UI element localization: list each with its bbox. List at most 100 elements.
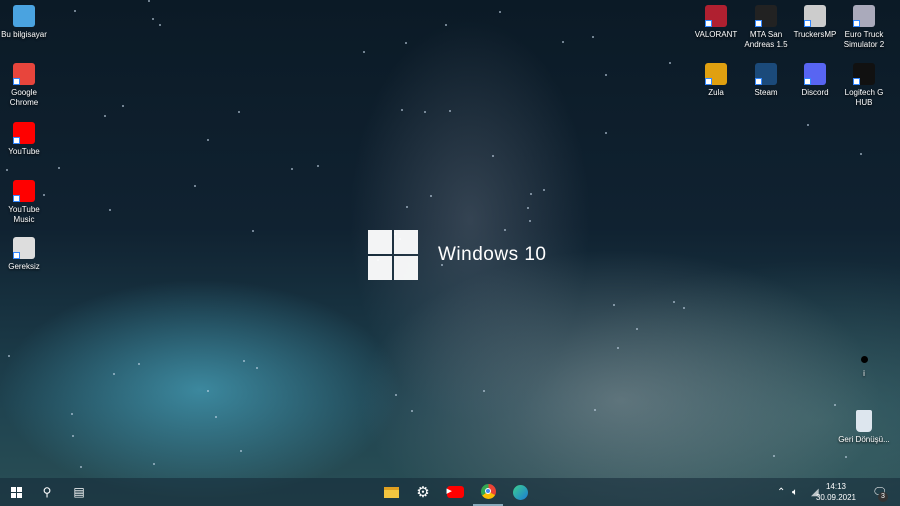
taskbar-chrome[interactable]: [473, 478, 503, 506]
star: [561, 40, 564, 43]
chrome-icon: [13, 63, 35, 85]
star: [772, 455, 775, 458]
desktop-icon-label: Gereksiz: [8, 262, 40, 271]
star: [7, 355, 10, 358]
desktop-icon-label: Zula: [708, 88, 724, 97]
recycle-bin-icon: [856, 410, 872, 432]
star: [243, 360, 246, 363]
star: [71, 435, 74, 438]
search-button[interactable]: ⚲: [32, 478, 62, 506]
discord-icon: [804, 63, 826, 85]
speaker-icon: 🔈︎: [792, 486, 798, 498]
star: [103, 114, 106, 117]
star: [158, 23, 161, 26]
star: [528, 220, 531, 223]
star: [138, 363, 141, 366]
star: [206, 390, 209, 393]
folder-icon: [383, 486, 399, 498]
desktop-icon-misc[interactable]: i: [838, 356, 890, 379]
taskbar-edge[interactable]: [505, 478, 535, 506]
star: [683, 306, 685, 309]
star: [834, 404, 837, 407]
taskbar-youtube[interactable]: ▶: [440, 478, 470, 506]
show-hidden-icons[interactable]: ⌃: [777, 478, 785, 506]
star: [668, 61, 671, 64]
desktop-icon-logitech[interactable]: Logitech G HUB: [838, 63, 890, 108]
notification-badge: 3: [878, 492, 888, 502]
windows-logo: [368, 230, 418, 280]
star: [410, 409, 413, 412]
taskbar-file-explorer[interactable]: [376, 478, 406, 506]
star: [153, 463, 156, 466]
desktop-icon-youtube[interactable]: YouTube: [0, 122, 50, 157]
star: [504, 229, 507, 231]
desktop-icon-recycle-bin[interactable]: Geri Dönüşü...: [838, 410, 890, 445]
desktop-icon-discord[interactable]: Discord: [789, 63, 841, 98]
desktop-icon-youtube-music[interactable]: YouTube Music: [0, 180, 50, 225]
star: [430, 194, 433, 197]
task-view-button[interactable]: ▤: [64, 478, 94, 506]
desktop-icon-label: YouTube Music: [8, 205, 40, 224]
desktop-icon-label: YouTube: [8, 147, 40, 156]
star: [394, 394, 397, 397]
star: [845, 455, 848, 458]
desktop-icon-valorant[interactable]: VALORANT: [690, 5, 742, 40]
desktop-icon-label: Logitech G HUB: [844, 88, 884, 107]
windows-icon: [10, 486, 22, 498]
action-center-button[interactable]: 🗨︎ 3: [872, 478, 888, 506]
star: [444, 24, 447, 27]
desktop-icon-mta[interactable]: MTA San Andreas 1.5: [740, 5, 792, 50]
star: [636, 327, 639, 330]
star: [542, 188, 545, 191]
taskbar-settings[interactable]: ⚙: [408, 478, 438, 506]
dot-icon: [860, 356, 868, 363]
wallpaper-text: Windows 10: [438, 244, 547, 265]
desktop-icon-steam[interactable]: Steam: [740, 63, 792, 98]
desktop-icon-zula[interactable]: Zula: [690, 63, 742, 98]
desktop-icon-monitor[interactable]: Gereksiz: [0, 237, 50, 272]
taskbar: ⚲ ▤ ⚙ ▶ ⌃ 🔈︎ ◢ 14:13 30.09.2021 🗨︎ 3: [0, 478, 900, 506]
desktop-icon-label: TruckersMP: [793, 30, 837, 39]
zula-icon: [705, 63, 727, 85]
desktop-icon-label: MTA San Andreas 1.5: [744, 30, 788, 49]
desktop-icon-computer[interactable]: Bu bilgisayar: [0, 5, 50, 40]
desktop-icon-label: Euro Truck Simulator 2: [843, 30, 885, 49]
star: [255, 367, 258, 370]
star: [483, 390, 486, 393]
valorant-icon: [705, 5, 727, 27]
star: [492, 155, 495, 158]
start-button[interactable]: [1, 478, 31, 506]
star: [112, 372, 115, 375]
desktop-icon-chrome[interactable]: Google Chrome: [0, 63, 50, 108]
star: [251, 229, 254, 232]
star: [672, 300, 675, 303]
star: [148, 0, 151, 3]
star: [594, 408, 597, 411]
star: [214, 415, 217, 418]
star: [448, 110, 451, 113]
star: [73, 9, 76, 12]
star: [108, 208, 111, 211]
youtube-music-icon: [13, 180, 35, 202]
computer-icon: [13, 5, 35, 27]
star: [70, 413, 73, 416]
star: [237, 111, 240, 114]
volume-button[interactable]: 🔈︎: [792, 478, 798, 506]
search-icon: ⚲: [42, 485, 52, 499]
star: [617, 346, 620, 349]
youtube-icon: ▶: [446, 486, 464, 498]
desktop-icon-label: Steam: [754, 88, 778, 97]
star: [527, 207, 530, 210]
clock-date: 30.09.2021: [815, 493, 856, 502]
star: [316, 164, 319, 167]
chrome-icon: [480, 483, 496, 499]
star: [405, 42, 408, 45]
steam-icon: [755, 63, 777, 85]
gear-icon: ⚙: [416, 484, 430, 501]
clock[interactable]: 14:13 30.09.2021: [816, 481, 856, 503]
desktop-icon-truckersmp[interactable]: TruckersMP: [789, 5, 841, 40]
desktop-icon-label: Google Chrome: [9, 88, 39, 107]
desktop-icon-ets2[interactable]: Euro Truck Simulator 2: [838, 5, 890, 50]
desktop-icon-label: Discord: [801, 88, 829, 97]
star: [291, 168, 294, 171]
